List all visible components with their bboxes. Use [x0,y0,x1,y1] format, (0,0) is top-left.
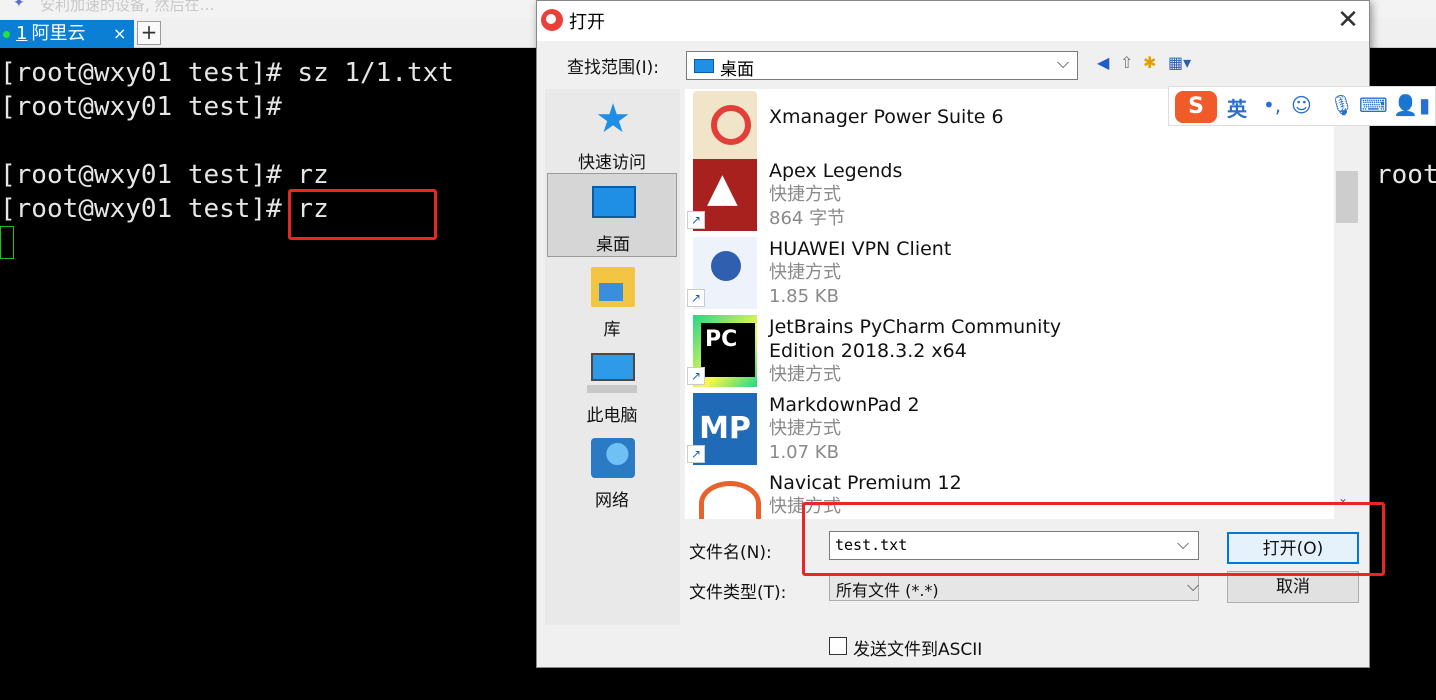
close-icon[interactable]: ✕ [1331,3,1365,37]
microphone-icon[interactable]: 🎙 [1329,93,1354,117]
place-desktop[interactable]: 桌面 [547,173,677,257]
shortcut-arrow-icon: ↗ [687,211,705,229]
terminal-line: [root@wxy01 test]# rz [0,194,329,224]
terminal-partial-text: root [1376,160,1436,190]
scrollbar-thumb[interactable] [1336,171,1358,223]
chevron-down-icon[interactable]: ⌵ [1187,576,1199,596]
file-list[interactable]: Xmanager Power Suite 6 ↗ Apex Legends 快捷… [685,89,1352,519]
user-icon[interactable]: 👤 [1393,93,1418,117]
place-label: 快速访问 [578,153,646,173]
up-folder-icon[interactable]: ⇧ [1120,53,1133,72]
shortcut-arrow-icon: ↗ [687,367,705,385]
computer-icon [587,353,637,393]
toolbox-icon[interactable]: ▮ [1419,93,1430,117]
file-type: 快捷方式 [769,364,841,385]
place-library[interactable]: 库 [547,261,677,345]
view-menu-icon[interactable]: ▦▾ [1168,53,1191,72]
tab-label: 阿里云 [31,23,86,44]
place-label: 此电脑 [586,406,638,426]
add-tab-button[interactable]: + [137,21,161,45]
file-size: 1.07 KB [769,442,839,463]
terminal-line: [root@wxy01 test]# sz 1/1.txt [0,58,454,88]
hint-text: 安利加速的设备, 然后在… [40,0,215,14]
file-size: 1.85 KB [769,286,839,307]
punctuation-icon[interactable]: •, [1263,93,1281,117]
shortcut-arrow-icon: ↗ [687,289,705,307]
place-network[interactable]: 网络 [547,432,677,516]
new-folder-icon[interactable]: ✱ [1143,53,1156,72]
desktop-icon [592,186,636,218]
place-quick-access[interactable]: ★ 快速访问 [547,93,677,177]
library-icon [591,267,635,307]
terminal-cursor [0,226,14,259]
tab-aliyun[interactable]: 1 阿里云 × [0,20,134,48]
place-label: 网络 [595,491,629,511]
look-in-value: 桌面 [720,60,754,80]
ime-toolbar: S 英 •, ☺ 🎙 ⌨ 👤 ▮ [1168,86,1436,126]
keyboard-icon[interactable]: ⌨ [1359,93,1388,117]
chevron-down-icon[interactable]: ⌵ [1057,53,1069,73]
navicat-icon [693,471,761,519]
annotation-box-rz [288,189,437,240]
emoji-icon[interactable]: ☺ [1291,93,1312,117]
dialog-titlebar: 打开 ✕ [537,1,1369,41]
star-icon: ✦ [13,0,25,11]
look-in-label: 查找范围(I): [567,58,660,78]
tab-number: 1 [16,23,28,44]
connected-status-icon [3,31,10,38]
close-tab-icon[interactable]: × [113,20,126,48]
back-icon[interactable]: ◀ [1097,53,1109,72]
file-list-scrollbar[interactable]: ⌄ [1334,89,1358,519]
xmanager-folder-icon [693,91,757,163]
desktop-folder-icon [694,59,714,73]
sogou-logo-icon[interactable]: S [1175,91,1217,123]
file-name: Xmanager Power Suite 6 [769,106,1004,128]
ascii-checkbox[interactable] [829,637,847,655]
terminal-line: [root@wxy01 test]# [0,92,282,122]
filename-label: 文件名(N): [689,543,772,563]
app-logo-icon [541,9,563,31]
file-type: 快捷方式 [769,262,841,283]
annotation-box-filename [802,502,1385,576]
place-label: 桌面 [596,235,630,255]
file-type: 快捷方式 [769,418,841,439]
network-icon [591,438,635,478]
ime-mode-label[interactable]: 英 [1227,93,1247,122]
shortcut-arrow-icon: ↗ [687,445,705,463]
file-type: 快捷方式 [769,184,841,205]
filetype-select[interactable]: 所有文件 (*.*) [829,573,1199,601]
dialog-title: 打开 [569,12,605,33]
filetype-label: 文件类型(T): [689,583,787,603]
file-name: Apex Legends [769,160,903,182]
star-icon: ★ [595,96,631,142]
file-name: JetBrains PyCharm Community Edition 2018… [769,316,1062,362]
place-this-pc[interactable]: 此电脑 [547,347,677,431]
ascii-checkbox-label: 发送文件到ASCII [853,640,983,660]
file-size: 864 字节 [769,208,846,229]
file-name: HUAWEI VPN Client [769,238,952,260]
file-name: Navicat Premium 12 [769,472,962,494]
file-name: MarkdownPad 2 [769,394,920,416]
look-in-select[interactable]: 桌面 ⌵ [686,51,1078,80]
place-label: 库 [603,320,621,340]
terminal-line: [root@wxy01 test]# rz [0,160,329,190]
places-bar: ★ 快速访问 桌面 库 此电脑 网络 [545,89,680,625]
